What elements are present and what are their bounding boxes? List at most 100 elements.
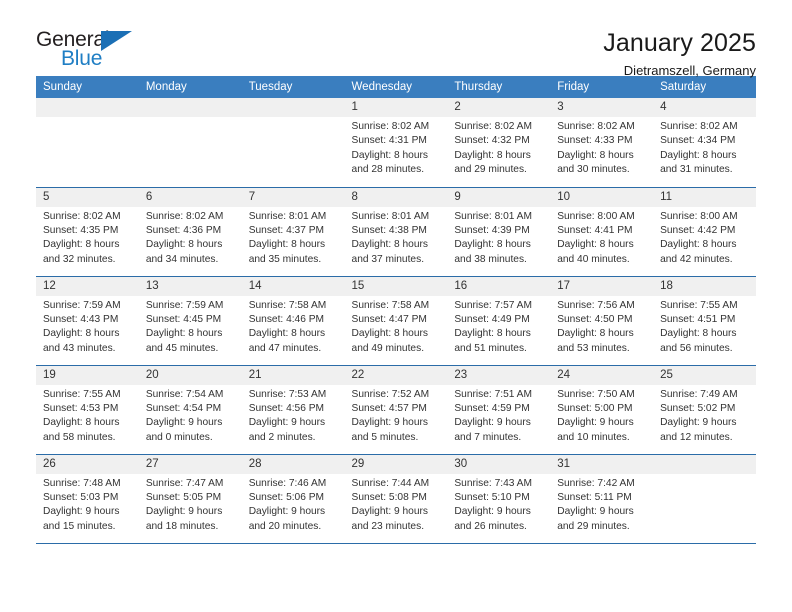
day-details: Sunrise: 7:59 AM Sunset: 4:45 PM Dayligh… <box>139 296 242 357</box>
day-cell[interactable]: 10 Sunrise: 8:00 AM Sunset: 4:41 PM Dayl… <box>550 187 654 277</box>
daylight-line-2: and 53 minutes. <box>557 342 630 354</box>
day-details: Sunrise: 8:02 AM Sunset: 4:32 PM Dayligh… <box>447 117 550 178</box>
day-cell[interactable]: 28 Sunrise: 7:46 AM Sunset: 5:06 PM Dayl… <box>241 454 345 544</box>
sunrise-line: Sunrise: 7:55 AM <box>660 299 738 311</box>
week-row: 5 Sunrise: 8:02 AM Sunset: 4:35 PM Dayli… <box>36 187 756 277</box>
daylight-line-1: Daylight: 8 hours <box>454 239 531 251</box>
sunrise-line: Sunrise: 7:46 AM <box>248 477 327 489</box>
day-number: 19 <box>36 365 139 385</box>
sunset-line: Sunset: 4:33 PM <box>557 135 633 147</box>
day-details: Sunrise: 7:51 AM Sunset: 4:59 PM Dayligh… <box>447 385 550 446</box>
daylight-line-2: and 18 minutes. <box>145 520 219 532</box>
day-number: 6 <box>138 187 242 207</box>
day-cell[interactable] <box>241 98 345 188</box>
sunset-line: Sunset: 5:00 PM <box>557 402 633 414</box>
sunrise-line: Sunrise: 7:49 AM <box>660 388 738 400</box>
daylight-line-2: and 38 minutes. <box>454 253 527 265</box>
day-cell[interactable]: 13 Sunrise: 7:59 AM Sunset: 4:45 PM Dayl… <box>138 276 242 366</box>
sunset-line: Sunset: 4:42 PM <box>660 224 736 236</box>
day-cell[interactable]: 19 Sunrise: 7:55 AM Sunset: 4:53 PM Dayl… <box>36 365 139 455</box>
sunrise-line: Sunrise: 7:56 AM <box>557 299 635 311</box>
day-cell[interactable]: 3 Sunrise: 8:02 AM Sunset: 4:33 PM Dayli… <box>550 98 654 188</box>
day-details <box>139 117 242 120</box>
day-cell[interactable]: 22 Sunrise: 7:52 AM Sunset: 4:57 PM Dayl… <box>344 365 448 455</box>
day-cell[interactable]: 8 Sunrise: 8:01 AM Sunset: 4:38 PM Dayli… <box>344 187 448 277</box>
daylight-line-2: and 49 minutes. <box>351 342 425 354</box>
day-details: Sunrise: 7:59 AM Sunset: 4:43 PM Dayligh… <box>36 296 139 357</box>
sunrise-line: Sunrise: 7:42 AM <box>557 477 635 489</box>
sunset-line: Sunset: 4:46 PM <box>248 313 325 325</box>
daylight-line-1: Daylight: 9 hours <box>557 417 634 429</box>
day-cell[interactable]: 9 Sunrise: 8:01 AM Sunset: 4:39 PM Dayli… <box>447 187 551 277</box>
daylight-line-2: and 2 minutes. <box>248 431 316 443</box>
day-cell[interactable]: 7 Sunrise: 8:01 AM Sunset: 4:37 PM Dayli… <box>241 187 345 277</box>
day-cell[interactable]: 17 Sunrise: 7:56 AM Sunset: 4:50 PM Dayl… <box>550 276 654 366</box>
sunset-line: Sunset: 4:50 PM <box>557 313 633 325</box>
daylight-line-1: Daylight: 8 hours <box>454 328 531 340</box>
daylight-line-2: and 31 minutes. <box>660 164 733 176</box>
daylight-line-1: Daylight: 9 hours <box>248 506 326 518</box>
daylight-line-1: Daylight: 8 hours <box>43 328 120 340</box>
day-cell[interactable]: 15 Sunrise: 7:58 AM Sunset: 4:47 PM Dayl… <box>344 276 448 366</box>
day-details: Sunrise: 7:56 AM Sunset: 4:50 PM Dayligh… <box>550 296 653 357</box>
weekday-header-wednesday: Wednesday <box>344 76 448 98</box>
daylight-line-2: and 15 minutes. <box>43 520 116 532</box>
sunrise-line: Sunrise: 8:02 AM <box>557 121 635 132</box>
day-cell[interactable]: 25 Sunrise: 7:49 AM Sunset: 5:02 PM Dayl… <box>653 365 756 455</box>
day-cell[interactable] <box>138 98 242 188</box>
day-number: 7 <box>241 187 345 207</box>
day-cell[interactable] <box>36 98 139 188</box>
sunrise-line: Sunrise: 7:55 AM <box>43 388 121 400</box>
daylight-line-2: and 56 minutes. <box>660 342 733 354</box>
day-cell[interactable]: 1 Sunrise: 8:02 AM Sunset: 4:31 PM Dayli… <box>344 98 448 188</box>
day-cell[interactable]: 26 Sunrise: 7:48 AM Sunset: 5:03 PM Dayl… <box>36 454 139 544</box>
day-cell[interactable]: 11 Sunrise: 8:00 AM Sunset: 4:42 PM Dayl… <box>653 187 756 277</box>
daylight-line-1: Daylight: 8 hours <box>454 149 531 161</box>
day-cell[interactable]: 6 Sunrise: 8:02 AM Sunset: 4:36 PM Dayli… <box>138 187 242 277</box>
daylight-line-1: Daylight: 8 hours <box>351 328 428 340</box>
day-number <box>138 98 242 117</box>
day-cell[interactable]: 12 Sunrise: 7:59 AM Sunset: 4:43 PM Dayl… <box>36 276 139 366</box>
day-cell[interactable]: 23 Sunrise: 7:51 AM Sunset: 4:59 PM Dayl… <box>447 365 551 455</box>
general-blue-logo[interactable]: General Blue <box>36 28 144 74</box>
sunrise-line: Sunrise: 7:52 AM <box>351 388 430 400</box>
day-cell[interactable]: 30 Sunrise: 7:43 AM Sunset: 5:10 PM Dayl… <box>447 454 551 544</box>
sunset-line: Sunset: 4:47 PM <box>351 313 427 325</box>
sunset-line: Sunset: 4:57 PM <box>351 402 427 414</box>
day-cell[interactable]: 29 Sunrise: 7:44 AM Sunset: 5:08 PM Dayl… <box>344 454 448 544</box>
sunset-line: Sunset: 4:32 PM <box>454 135 530 147</box>
week-row: 1 Sunrise: 8:02 AM Sunset: 4:31 PM Dayli… <box>36 98 756 188</box>
day-cell[interactable]: 21 Sunrise: 7:53 AM Sunset: 4:56 PM Dayl… <box>241 365 345 455</box>
day-cell[interactable] <box>653 454 756 544</box>
day-number: 30 <box>447 454 551 474</box>
sunrise-line: Sunrise: 8:02 AM <box>351 121 430 132</box>
daylight-line-1: Daylight: 8 hours <box>351 239 428 251</box>
day-number: 24 <box>550 365 654 385</box>
day-cell[interactable]: 5 Sunrise: 8:02 AM Sunset: 4:35 PM Dayli… <box>36 187 139 277</box>
daylight-line-1: Daylight: 9 hours <box>145 506 223 518</box>
day-cell[interactable]: 4 Sunrise: 8:02 AM Sunset: 4:34 PM Dayli… <box>653 98 756 188</box>
daylight-line-2: and 20 minutes. <box>248 520 322 532</box>
day-number: 14 <box>241 276 345 296</box>
day-number: 15 <box>344 276 448 296</box>
day-number: 17 <box>550 276 654 296</box>
day-number: 25 <box>653 365 756 385</box>
daylight-line-1: Daylight: 8 hours <box>43 239 120 251</box>
day-cell[interactable]: 14 Sunrise: 7:58 AM Sunset: 4:46 PM Dayl… <box>241 276 345 366</box>
day-number <box>36 98 139 117</box>
day-cell[interactable]: 18 Sunrise: 7:55 AM Sunset: 4:51 PM Dayl… <box>653 276 756 366</box>
daylight-line-2: and 29 minutes. <box>557 520 630 532</box>
day-cell[interactable]: 27 Sunrise: 7:47 AM Sunset: 5:05 PM Dayl… <box>138 454 242 544</box>
week-row: 19 Sunrise: 7:55 AM Sunset: 4:53 PM Dayl… <box>36 365 756 455</box>
day-details: Sunrise: 7:58 AM Sunset: 4:47 PM Dayligh… <box>345 296 448 357</box>
day-cell[interactable]: 2 Sunrise: 8:02 AM Sunset: 4:32 PM Dayli… <box>447 98 551 188</box>
day-cell[interactable]: 16 Sunrise: 7:57 AM Sunset: 4:49 PM Dayl… <box>447 276 551 366</box>
daylight-line-2: and 12 minutes. <box>660 431 733 443</box>
sunset-line: Sunset: 5:06 PM <box>248 491 325 503</box>
day-cell[interactable]: 20 Sunrise: 7:54 AM Sunset: 4:54 PM Dayl… <box>138 365 242 455</box>
sunset-line: Sunset: 4:56 PM <box>248 402 325 414</box>
day-number: 3 <box>550 98 654 117</box>
daylight-line-2: and 23 minutes. <box>351 520 425 532</box>
day-cell[interactable]: 31 Sunrise: 7:42 AM Sunset: 5:11 PM Dayl… <box>550 454 654 544</box>
day-cell[interactable]: 24 Sunrise: 7:50 AM Sunset: 5:00 PM Dayl… <box>550 365 654 455</box>
